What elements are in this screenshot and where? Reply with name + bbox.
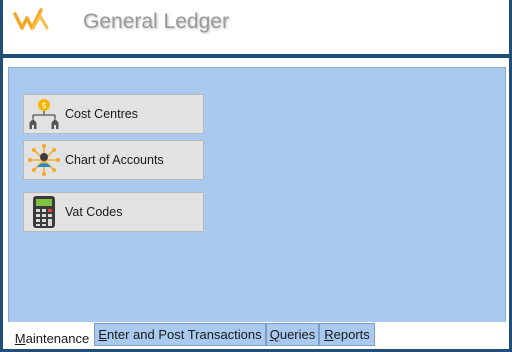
tab-strip: Maintenance Enter and Post Transactions … [8, 322, 506, 350]
header-spacer [3, 58, 509, 66]
cost-centres-icon: $ [29, 99, 59, 129]
chart-of-accounts-label: Chart of Accounts [65, 153, 164, 167]
tab-enter-label: nter and Post Transactions [107, 327, 262, 342]
app-title: General Ledger [83, 10, 229, 33]
tab-maintenance-accesskey: M [14, 330, 26, 346]
tab-enter-and-post-transactions[interactable]: Enter and Post Transactions [94, 323, 266, 346]
tab-queries-label: ueries [279, 327, 316, 342]
cost-centres-button[interactable]: $ Cost Centres [23, 94, 204, 134]
maintenance-panel: $ Cost Centres Chart of Accounts Vat Cod… [8, 67, 506, 323]
tab-queries[interactable]: Queries [266, 323, 319, 346]
tab-reports-label: eports [333, 327, 370, 342]
app-logo-icon [13, 8, 49, 30]
calculator-icon [33, 196, 55, 228]
svg-text:$: $ [41, 101, 46, 110]
cost-centres-label: Cost Centres [65, 107, 138, 121]
vat-codes-label: Vat Codes [65, 205, 123, 219]
tab-enter-accesskey: E [98, 327, 107, 342]
chart-of-accounts-icon [28, 144, 60, 176]
tab-reports[interactable]: Reports [319, 323, 375, 346]
tab-maintenance[interactable]: Maintenance [10, 326, 94, 350]
app-header: General Ledger [3, 0, 509, 54]
vat-codes-button[interactable]: Vat Codes [23, 192, 204, 232]
tab-queries-accesskey: Q [269, 327, 280, 342]
tab-reports-accesskey: R [324, 327, 334, 342]
tab-maintenance-label: aintenance [25, 330, 90, 346]
chart-of-accounts-button[interactable]: Chart of Accounts [23, 140, 204, 180]
